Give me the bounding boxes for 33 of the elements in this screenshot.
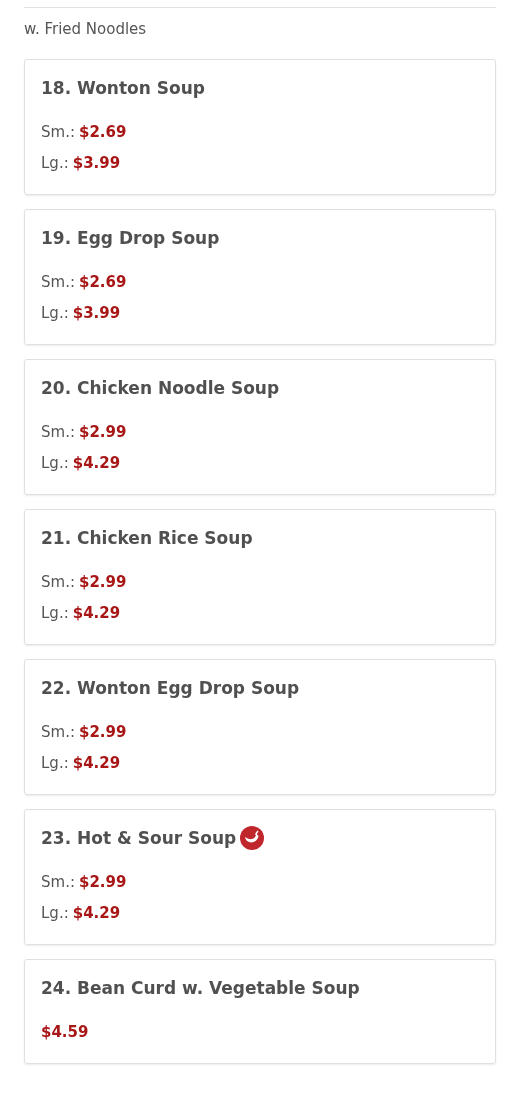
price: $4.29 [72, 754, 121, 772]
price: $2.99 [78, 423, 127, 441]
price: $2.99 [78, 723, 127, 741]
item-title: 24. Bean Curd w. Vegetable Soup [41, 978, 360, 998]
size-label: Lg.: [41, 454, 69, 472]
item-title: 23. Hot & Sour Soup [41, 828, 237, 848]
price: $4.29 [72, 454, 121, 472]
price: $2.99 [78, 873, 127, 891]
item-title: 21. Chicken Rice Soup [41, 528, 253, 548]
item-title: 22. Wonton Egg Drop Soup [41, 678, 300, 698]
item-title: 19. Egg Drop Soup [41, 228, 220, 248]
size-label: Lg.: [41, 604, 69, 622]
size-label: Sm.: [41, 723, 75, 741]
size-label: Lg.: [41, 304, 69, 322]
item-title: 20. Chicken Noodle Soup [41, 378, 280, 398]
item-title: 18. Wonton Soup [41, 78, 205, 98]
price: $4.29 [72, 904, 121, 922]
size-label: Sm.: [41, 273, 75, 291]
price: $2.69 [78, 123, 127, 141]
price: $3.99 [72, 154, 121, 172]
price: $2.69 [78, 273, 127, 291]
section-note: w. Fried Noodles [24, 20, 148, 38]
price: $4.29 [72, 604, 121, 622]
size-label: Lg.: [41, 154, 69, 172]
size-label: Sm.: [41, 573, 75, 591]
price: $2.99 [78, 573, 127, 591]
size-label: Sm.: [41, 423, 75, 441]
size-label: Lg.: [41, 904, 69, 922]
size-label: Sm.: [41, 123, 75, 141]
price: $4.59 [41, 1023, 89, 1041]
size-label: Sm.: [41, 873, 75, 891]
size-label: Lg.: [41, 754, 69, 772]
price: $3.99 [72, 304, 121, 322]
